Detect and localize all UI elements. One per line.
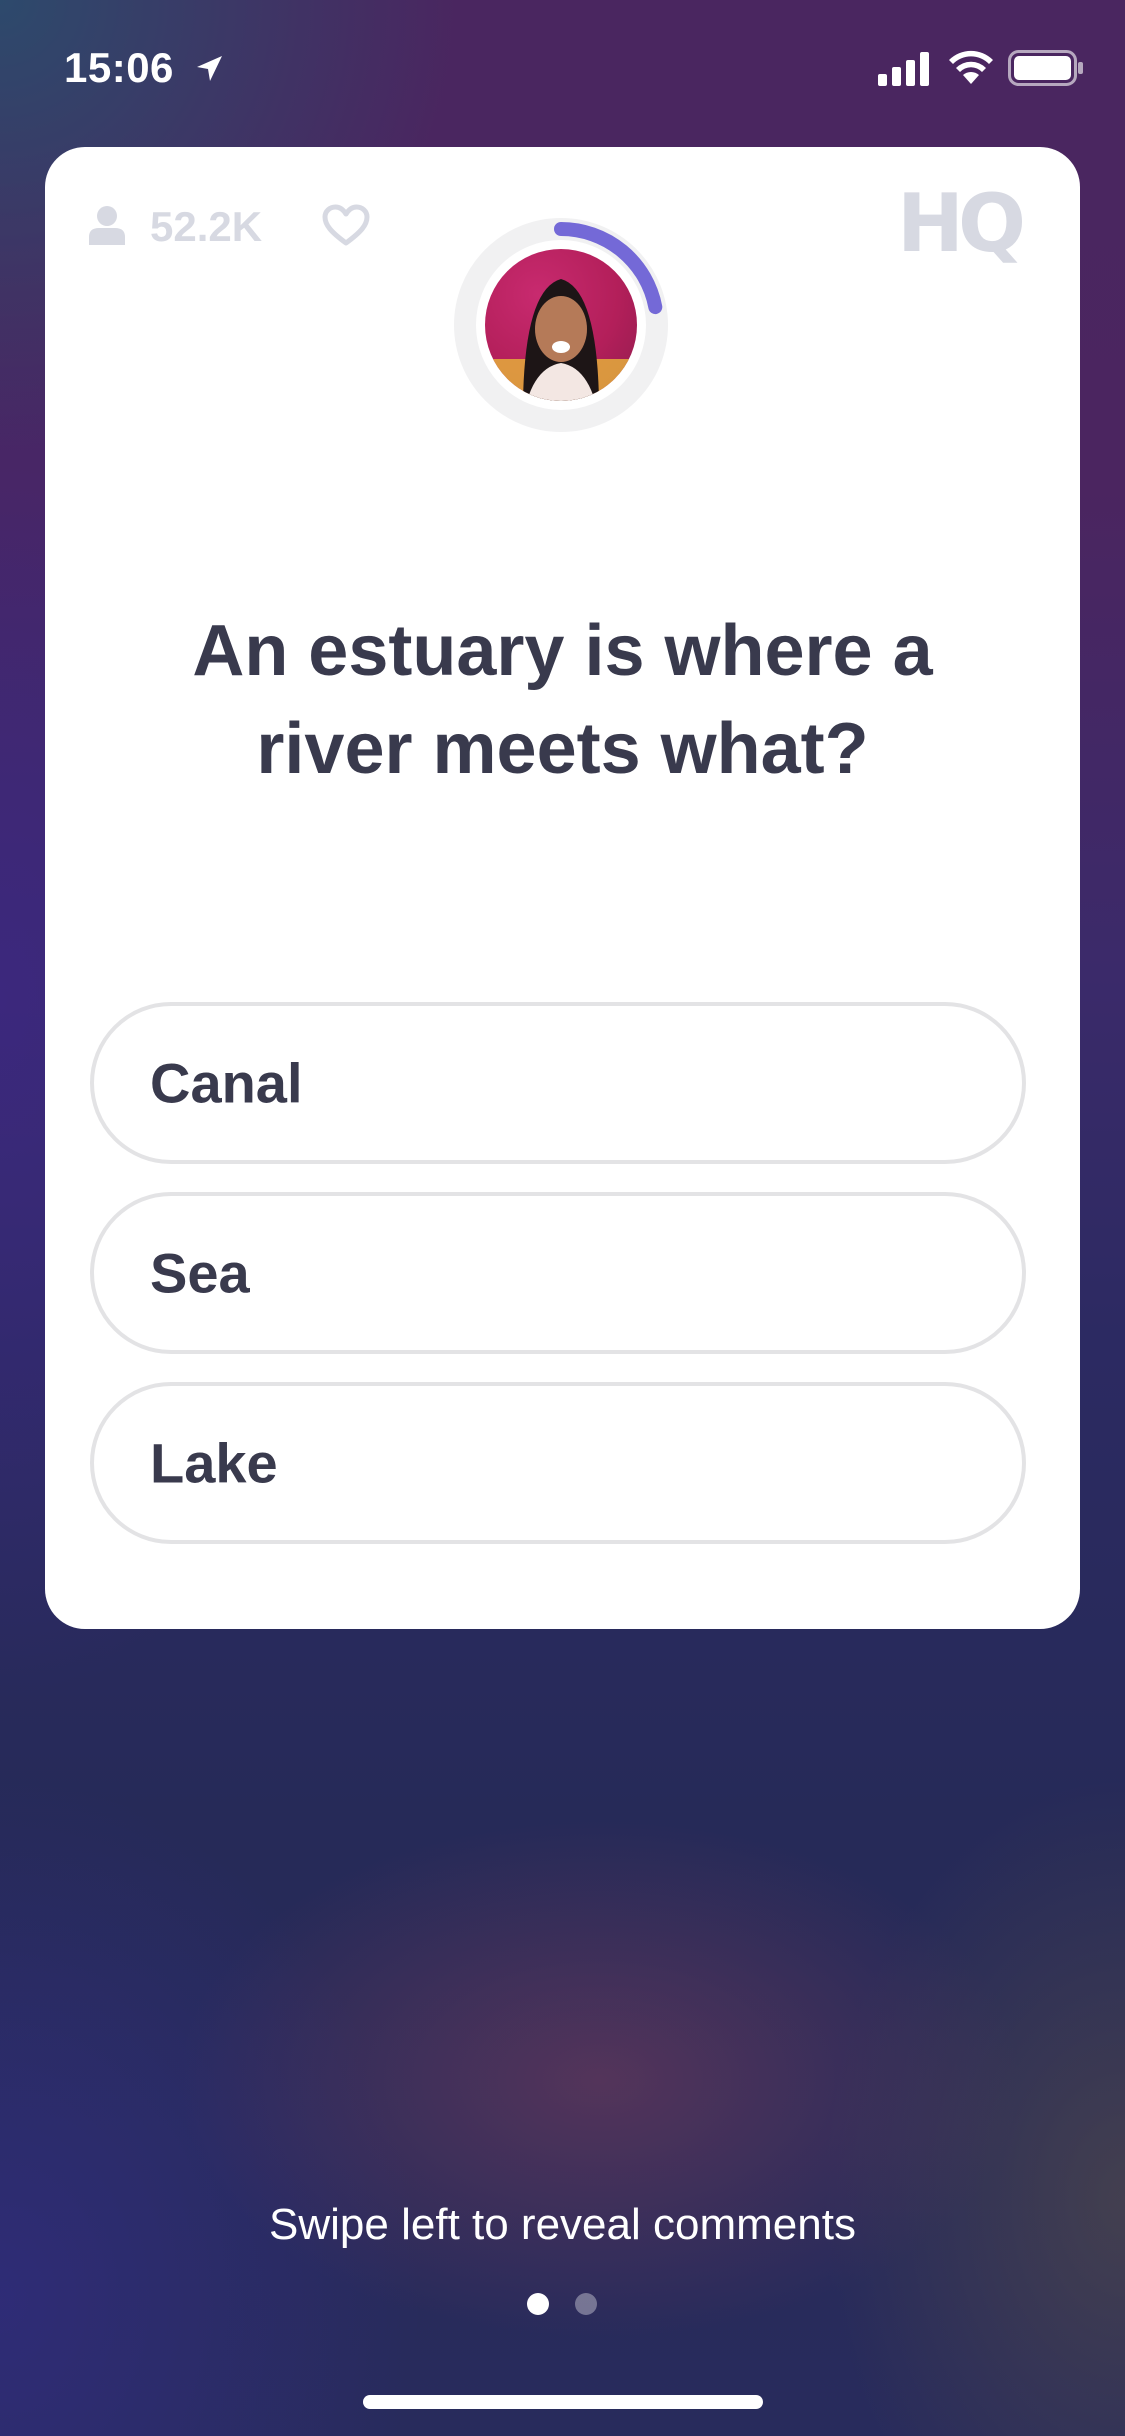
page-indicator[interactable] [527, 2293, 599, 2317]
page-dot-active [527, 2293, 549, 2315]
person-icon [89, 206, 125, 245]
svg-text:HQ: HQ [897, 177, 1022, 267]
wifi-icon [949, 50, 993, 84]
swipe-hint: Swipe left to reveal comments [269, 2200, 856, 2249]
question-text: An estuary is where a river meets what? [192, 611, 933, 789]
answer-label: Lake [150, 1431, 278, 1495]
heart-outline-icon[interactable] [321, 203, 371, 247]
page-dot [575, 2293, 597, 2315]
location-arrow-icon [197, 56, 222, 81]
status-time: 15:06 [64, 44, 174, 91]
battery-icon [1008, 50, 1083, 86]
status-bar: 15:06 [0, 0, 1125, 140]
answer-option-lake[interactable]: Lake [90, 1382, 1026, 1544]
home-indicator[interactable] [363, 2395, 763, 2409]
host-avatar [485, 249, 637, 401]
question-card: 52.2K HQ An estuary is where a river mee… [45, 147, 1080, 1629]
hq-logo: HQ [897, 177, 1028, 267]
answer-option-sea[interactable]: Sea [90, 1192, 1026, 1354]
host-portrait [485, 279, 637, 401]
cellular-signal-icon [878, 52, 929, 86]
answer-option-canal[interactable]: Canal [90, 1002, 1026, 1164]
answer-label: Canal [150, 1051, 303, 1115]
viewer-count: 52.2K [150, 203, 263, 250]
answer-label: Sea [150, 1241, 250, 1305]
